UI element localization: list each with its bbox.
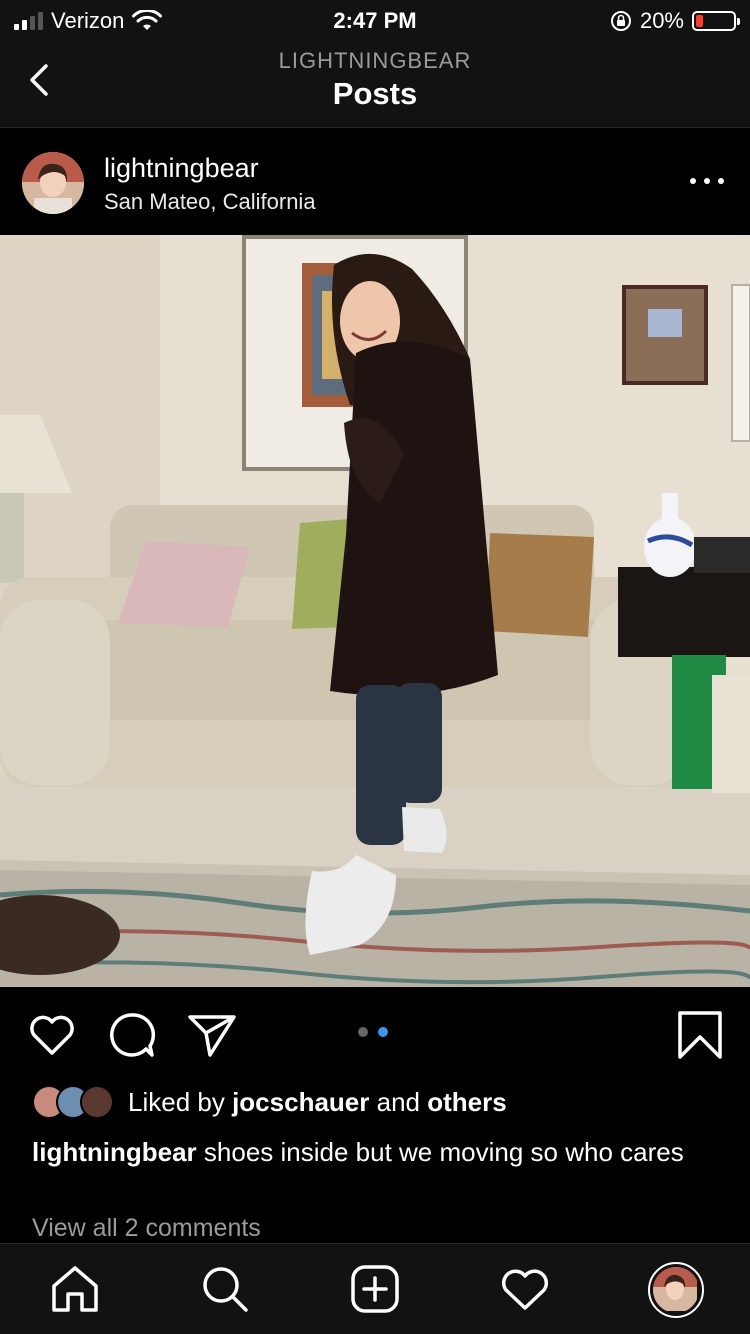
profile-avatar-image <box>653 1267 699 1313</box>
likes-prefix: Liked by <box>128 1086 225 1117</box>
battery-icon <box>692 11 740 31</box>
battery-percent: 20% <box>639 8 684 33</box>
bookmark-icon[interactable] <box>674 1009 726 1061</box>
likes-row[interactable]: Liked by jocschauer and others <box>32 1082 507 1122</box>
post-username[interactable]: lightningbear <box>104 153 259 184</box>
post-actions <box>0 987 750 1075</box>
tab-bar <box>0 1243 750 1334</box>
search-icon[interactable] <box>198 1262 252 1316</box>
carousel-indicator <box>358 1027 388 1037</box>
nav-subtitle: LIGHTNINGBEAR <box>278 48 472 73</box>
activity-icon[interactable] <box>498 1262 552 1316</box>
profile-avatar[interactable] <box>648 1262 704 1318</box>
status-bar: Verizon 2:47 PM 20% <box>0 0 750 40</box>
nav-bar: LIGHTNINGBEAR Posts <box>0 40 750 128</box>
likes-user[interactable]: jocschauer <box>232 1087 369 1118</box>
more-options-icon[interactable] <box>690 169 724 193</box>
battery-fill <box>696 15 704 27</box>
caption-username[interactable]: lightningbear <box>32 1137 197 1167</box>
heart-icon[interactable] <box>26 1009 78 1061</box>
carousel-dot <box>378 1027 388 1037</box>
view-comments-link[interactable]: View all 2 comments <box>32 1214 261 1243</box>
orientation-lock-icon <box>610 11 631 31</box>
comment-icon[interactable] <box>106 1009 158 1061</box>
liker-avatars <box>32 1085 114 1119</box>
avatar[interactable] <box>22 152 84 214</box>
post-photo[interactable] <box>0 235 750 987</box>
new-post-icon[interactable] <box>348 1262 402 1316</box>
carousel-dot <box>358 1027 368 1037</box>
status-right: 20% <box>610 8 740 34</box>
share-icon[interactable] <box>186 1009 238 1061</box>
home-icon[interactable] <box>48 1262 102 1316</box>
post-location[interactable]: San Mateo, California <box>104 189 316 215</box>
caption: lightningbear shoes inside but we moving… <box>32 1136 712 1168</box>
page-title: Posts <box>332 76 418 111</box>
caption-text: shoes inside but we moving so who cares <box>196 1137 684 1167</box>
likes-others[interactable]: others <box>427 1087 506 1118</box>
post-header: lightningbear San Mateo, California <box>0 129 750 235</box>
likes-middle: and <box>376 1086 420 1117</box>
liker-avatar <box>80 1085 114 1119</box>
